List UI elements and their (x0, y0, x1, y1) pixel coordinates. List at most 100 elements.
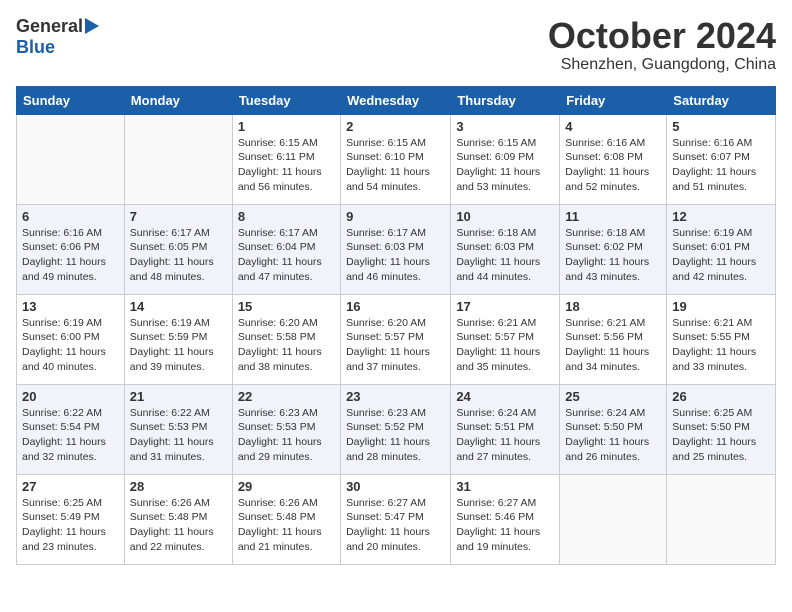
day-cell: 14 Sunrise: 6:19 AM Sunset: 5:59 PM Dayli… (124, 294, 232, 384)
day-cell: 16 Sunrise: 6:20 AM Sunset: 5:57 PM Dayli… (341, 294, 451, 384)
day-number: 20 (22, 389, 119, 404)
day-number: 27 (22, 479, 119, 494)
day-info: Sunrise: 6:24 AM Sunset: 5:51 PM Dayligh… (456, 406, 554, 465)
day-info: Sunrise: 6:23 AM Sunset: 5:52 PM Dayligh… (346, 406, 445, 465)
weekday-header-row: SundayMondayTuesdayWednesdayThursdayFrid… (17, 86, 776, 114)
day-cell: 30Sunrise: 6:27 AM Sunset: 5:47 PM Dayli… (341, 474, 451, 564)
day-cell: 26Sunrise: 6:25 AM Sunset: 5:50 PM Dayli… (667, 384, 776, 474)
day-info: Sunrise: 6:19 AM Sunset: 6:00 PM Dayligh… (22, 316, 119, 375)
day-cell: 24 Sunrise: 6:24 AM Sunset: 5:51 PM Dayli… (451, 384, 560, 474)
day-number: 3 (456, 119, 554, 134)
month-title: October 2024 (548, 16, 776, 56)
day-cell: 2 Sunrise: 6:15 AM Sunset: 6:10 PM Daylig… (341, 114, 451, 204)
day-number: 23 (346, 389, 445, 404)
day-number: 7 (130, 209, 227, 224)
day-cell: 10 Sunrise: 6:18 AM Sunset: 6:03 PM Dayli… (451, 204, 560, 294)
week-row-1: 1Sunrise: 6:15 AM Sunset: 6:11 PM Daylig… (17, 114, 776, 204)
day-number: 24 (456, 389, 554, 404)
day-number: 12 (672, 209, 770, 224)
day-number: 18 (565, 299, 661, 314)
day-info: Sunrise: 6:21 AM Sunset: 5:57 PM Dayligh… (456, 316, 554, 375)
day-number: 19 (672, 299, 770, 314)
day-info: Sunrise: 6:26 AM Sunset: 5:48 PM Dayligh… (238, 496, 335, 555)
day-number: 8 (238, 209, 335, 224)
day-info: Sunrise: 6:19 AM Sunset: 6:01 PM Dayligh… (672, 226, 770, 285)
day-info: Sunrise: 6:18 AM Sunset: 6:03 PM Dayligh… (456, 226, 554, 285)
day-cell: 11 Sunrise: 6:18 AM Sunset: 6:02 PM Dayli… (560, 204, 667, 294)
week-row-3: 13 Sunrise: 6:19 AM Sunset: 6:00 PM Dayli… (17, 294, 776, 384)
day-number: 17 (456, 299, 554, 314)
day-number: 10 (456, 209, 554, 224)
day-cell: 27 Sunrise: 6:25 AM Sunset: 5:49 PM Dayli… (17, 474, 125, 564)
day-number: 16 (346, 299, 445, 314)
logo-general-text: General (16, 16, 83, 37)
day-cell (560, 474, 667, 564)
day-number: 25 (565, 389, 661, 404)
day-number: 4 (565, 119, 661, 134)
weekday-header-wednesday: Wednesday (341, 86, 451, 114)
day-cell: 31 Sunrise: 6:27 AM Sunset: 5:46 PM Dayli… (451, 474, 560, 564)
day-number: 6 (22, 209, 119, 224)
day-number: 29 (238, 479, 335, 494)
logo: General Blue (16, 16, 99, 58)
day-cell: 13 Sunrise: 6:19 AM Sunset: 6:00 PM Dayli… (17, 294, 125, 384)
day-number: 21 (130, 389, 227, 404)
day-info: Sunrise: 6:25 AM Sunset: 5:50 PM Dayligh… (672, 406, 770, 465)
day-info: Sunrise: 6:24 AM Sunset: 5:50 PM Dayligh… (565, 406, 661, 465)
day-number: 28 (130, 479, 227, 494)
day-cell: 7 Sunrise: 6:17 AM Sunset: 6:05 PM Daylig… (124, 204, 232, 294)
logo-blue-text: Blue (16, 37, 55, 58)
weekday-header-tuesday: Tuesday (232, 86, 340, 114)
day-info: Sunrise: 6:17 AM Sunset: 6:05 PM Dayligh… (130, 226, 227, 285)
day-number: 11 (565, 209, 661, 224)
day-number: 2 (346, 119, 445, 134)
location-title: Shenzhen, Guangdong, China (548, 56, 776, 74)
day-info: Sunrise: 6:16 AM Sunset: 6:06 PM Dayligh… (22, 226, 119, 285)
day-info: Sunrise: 6:19 AM Sunset: 5:59 PM Dayligh… (130, 316, 227, 375)
day-cell (17, 114, 125, 204)
day-info: Sunrise: 6:21 AM Sunset: 5:55 PM Dayligh… (672, 316, 770, 375)
day-info: Sunrise: 6:22 AM Sunset: 5:54 PM Dayligh… (22, 406, 119, 465)
day-number: 5 (672, 119, 770, 134)
day-info: Sunrise: 6:15 AM Sunset: 6:10 PM Dayligh… (346, 136, 445, 195)
week-row-4: 20 Sunrise: 6:22 AM Sunset: 5:54 PM Dayli… (17, 384, 776, 474)
day-info: Sunrise: 6:20 AM Sunset: 5:57 PM Dayligh… (346, 316, 445, 375)
day-info: Sunrise: 6:25 AM Sunset: 5:49 PM Dayligh… (22, 496, 119, 555)
weekday-header-monday: Monday (124, 86, 232, 114)
day-info: Sunrise: 6:20 AM Sunset: 5:58 PM Dayligh… (238, 316, 335, 375)
day-cell: 17 Sunrise: 6:21 AM Sunset: 5:57 PM Dayli… (451, 294, 560, 384)
day-number: 31 (456, 479, 554, 494)
day-cell: 8Sunrise: 6:17 AM Sunset: 6:04 PM Daylig… (232, 204, 340, 294)
day-number: 9 (346, 209, 445, 224)
day-info: Sunrise: 6:23 AM Sunset: 5:53 PM Dayligh… (238, 406, 335, 465)
weekday-header-sunday: Sunday (17, 86, 125, 114)
day-cell: 12 Sunrise: 6:19 AM Sunset: 6:01 PM Dayli… (667, 204, 776, 294)
logo-arrow-icon (85, 18, 99, 34)
day-cell: 25 Sunrise: 6:24 AM Sunset: 5:50 PM Dayli… (560, 384, 667, 474)
page-header: General Blue October 2024 Shenzhen, Guan… (16, 16, 776, 74)
day-cell (667, 474, 776, 564)
day-info: Sunrise: 6:18 AM Sunset: 6:02 PM Dayligh… (565, 226, 661, 285)
day-cell: 4 Sunrise: 6:16 AM Sunset: 6:08 PM Daylig… (560, 114, 667, 204)
day-info: Sunrise: 6:26 AM Sunset: 5:48 PM Dayligh… (130, 496, 227, 555)
day-cell: 20 Sunrise: 6:22 AM Sunset: 5:54 PM Dayli… (17, 384, 125, 474)
day-cell: 21 Sunrise: 6:22 AM Sunset: 5:53 PM Dayli… (124, 384, 232, 474)
day-info: Sunrise: 6:21 AM Sunset: 5:56 PM Dayligh… (565, 316, 661, 375)
day-number: 13 (22, 299, 119, 314)
weekday-header-friday: Friday (560, 86, 667, 114)
day-info: Sunrise: 6:16 AM Sunset: 6:08 PM Dayligh… (565, 136, 661, 195)
day-cell: 1Sunrise: 6:15 AM Sunset: 6:11 PM Daylig… (232, 114, 340, 204)
day-number: 15 (238, 299, 335, 314)
day-number: 14 (130, 299, 227, 314)
day-cell: 23 Sunrise: 6:23 AM Sunset: 5:52 PM Dayli… (341, 384, 451, 474)
day-cell: 15 Sunrise: 6:20 AM Sunset: 5:58 PM Dayli… (232, 294, 340, 384)
week-row-5: 27 Sunrise: 6:25 AM Sunset: 5:49 PM Dayli… (17, 474, 776, 564)
weekday-header-saturday: Saturday (667, 86, 776, 114)
day-info: Sunrise: 6:27 AM Sunset: 5:47 PM Dayligh… (346, 496, 445, 555)
day-cell: 18 Sunrise: 6:21 AM Sunset: 5:56 PM Dayli… (560, 294, 667, 384)
day-cell: 5Sunrise: 6:16 AM Sunset: 6:07 PM Daylig… (667, 114, 776, 204)
day-info: Sunrise: 6:27 AM Sunset: 5:46 PM Dayligh… (456, 496, 554, 555)
day-info: Sunrise: 6:17 AM Sunset: 6:03 PM Dayligh… (346, 226, 445, 285)
day-number: 22 (238, 389, 335, 404)
day-info: Sunrise: 6:22 AM Sunset: 5:53 PM Dayligh… (130, 406, 227, 465)
